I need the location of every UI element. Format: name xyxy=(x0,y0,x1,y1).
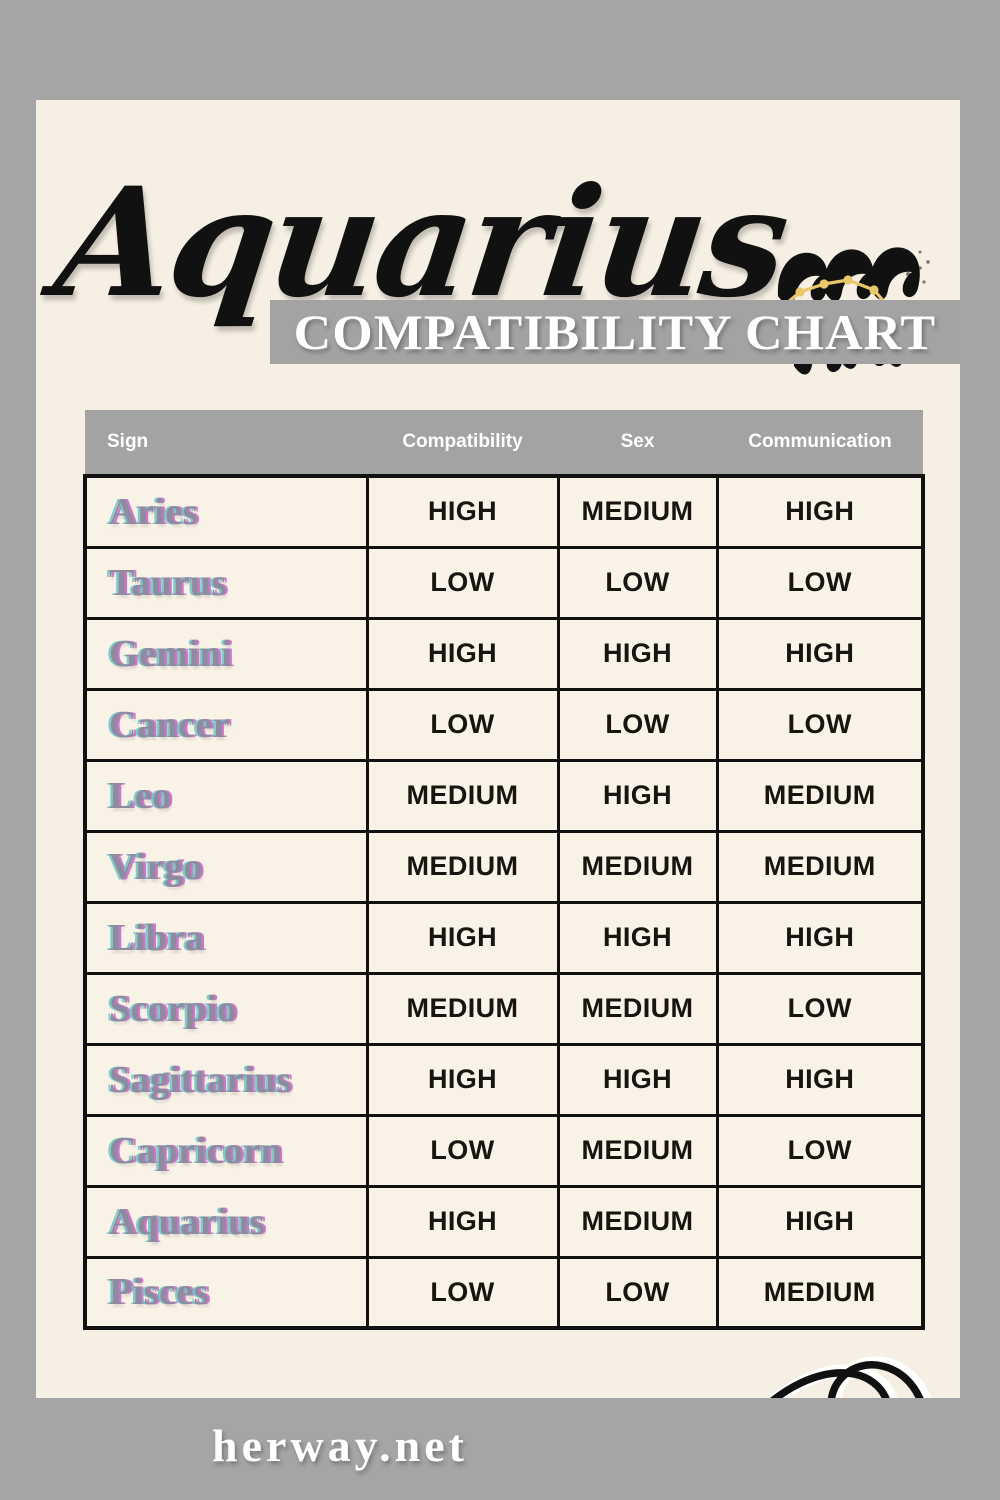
sign-name: Capricorn xyxy=(109,1129,283,1172)
sign-name: Aquarius xyxy=(109,1200,266,1243)
compatibility-chart-banner: COMPATIBILITY CHART xyxy=(270,300,960,364)
communication-value: MEDIUM xyxy=(715,758,925,833)
compatibility-value: LOW xyxy=(365,1113,560,1188)
sign-name: Leo xyxy=(109,774,172,817)
sign-name: Scorpio xyxy=(109,987,238,1030)
column-header-sex: Sex xyxy=(558,410,717,476)
table-header: Sign Compatibility Sex Communication xyxy=(85,410,923,476)
communication-value: HIGH xyxy=(715,1042,925,1117)
compatibility-value: LOW xyxy=(365,687,560,762)
sign-cell: Cancer xyxy=(83,687,369,762)
table-row: Aquarius HIGH MEDIUM HIGH xyxy=(83,1184,925,1259)
table-header-row: Sign Compatibility Sex Communication xyxy=(85,410,923,476)
sign-name: Gemini xyxy=(109,632,233,675)
compatibility-value: HIGH xyxy=(365,1042,560,1117)
compatibility-table: Sign Compatibility Sex Communication Ari… xyxy=(83,410,925,1330)
table-row: Scorpio MEDIUM MEDIUM LOW xyxy=(83,971,925,1046)
communication-value: LOW xyxy=(715,545,925,620)
sign-name: Virgo xyxy=(109,845,203,888)
sign-cell: Leo xyxy=(83,758,369,833)
table-row: Taurus LOW LOW LOW xyxy=(83,545,925,620)
banner-title: COMPATIBILITY CHART xyxy=(293,304,937,360)
communication-value: LOW xyxy=(715,971,925,1046)
communication-value: HIGH xyxy=(715,616,925,691)
sign-cell: Taurus xyxy=(83,545,369,620)
table-row: Pisces LOW LOW MEDIUM xyxy=(83,1255,925,1330)
sex-value: MEDIUM xyxy=(556,474,719,549)
table-row: Capricorn LOW MEDIUM LOW xyxy=(83,1113,925,1188)
compatibility-value: HIGH xyxy=(365,1184,560,1259)
sex-value: LOW xyxy=(556,687,719,762)
sign-cell: Capricorn xyxy=(83,1113,369,1188)
table-body: Aries HIGH MEDIUM HIGH Taurus LOW LOW LOW Gemini… xyxy=(83,474,925,1330)
communication-value: LOW xyxy=(715,1113,925,1188)
sex-value: LOW xyxy=(556,545,719,620)
column-header-sign: Sign xyxy=(85,410,367,476)
sign-cell: Gemini xyxy=(83,616,369,691)
table-row: Libra HIGH HIGH HIGH xyxy=(83,900,925,975)
sign-name: Aries xyxy=(109,490,199,533)
communication-value: HIGH xyxy=(715,1184,925,1259)
compatibility-value: MEDIUM xyxy=(365,758,560,833)
sex-value: HIGH xyxy=(556,900,719,975)
sign-cell: Aries xyxy=(83,474,369,549)
sign-name: Sagittarius xyxy=(109,1058,292,1101)
sex-value: HIGH xyxy=(556,1042,719,1117)
sign-name: Taurus xyxy=(109,561,227,604)
table-row: Leo MEDIUM HIGH MEDIUM xyxy=(83,758,925,833)
compatibility-value: LOW xyxy=(365,1255,560,1330)
sign-cell: Pisces xyxy=(83,1255,369,1330)
sign-cell: Virgo xyxy=(83,829,369,904)
compatibility-value: HIGH xyxy=(365,474,560,549)
sex-value: MEDIUM xyxy=(556,1113,719,1188)
content-card: Aquarius COMPATIBILITY CHART Sign Compat… xyxy=(36,100,960,1398)
column-header-compatibility: Compatibility xyxy=(367,410,558,476)
sex-value: MEDIUM xyxy=(556,971,719,1046)
compatibility-value: MEDIUM xyxy=(365,971,560,1046)
sex-value: MEDIUM xyxy=(556,829,719,904)
compatibility-value: HIGH xyxy=(365,616,560,691)
communication-value: HIGH xyxy=(715,900,925,975)
communication-value: MEDIUM xyxy=(715,1255,925,1330)
compatibility-table-wrap: Sign Compatibility Sex Communication Ari… xyxy=(83,410,925,1330)
compatibility-value: HIGH xyxy=(365,900,560,975)
sign-name: Pisces xyxy=(109,1271,210,1314)
compatibility-value: MEDIUM xyxy=(365,829,560,904)
sex-value: LOW xyxy=(556,1255,719,1330)
communication-value: LOW xyxy=(715,687,925,762)
table-row: Virgo MEDIUM MEDIUM MEDIUM xyxy=(83,829,925,904)
sign-name: Cancer xyxy=(109,703,231,746)
sign-name: Libra xyxy=(109,916,205,959)
compatibility-value: LOW xyxy=(365,545,560,620)
column-header-communication: Communication xyxy=(717,410,923,476)
sex-value: MEDIUM xyxy=(556,1184,719,1259)
table-row: Aries HIGH MEDIUM HIGH xyxy=(83,474,925,549)
table-row: Cancer LOW LOW LOW xyxy=(83,687,925,762)
communication-value: MEDIUM xyxy=(715,829,925,904)
table-row: Gemini HIGH HIGH HIGH xyxy=(83,616,925,691)
site-url[interactable]: herway.net xyxy=(0,1416,1000,1476)
sign-cell: Aquarius xyxy=(83,1184,369,1259)
sex-value: HIGH xyxy=(556,758,719,833)
sign-cell: Libra xyxy=(83,900,369,975)
communication-value: HIGH xyxy=(715,474,925,549)
table-row: Sagittarius HIGH HIGH HIGH xyxy=(83,1042,925,1117)
sex-value: HIGH xyxy=(556,616,719,691)
poster-root: Aquarius COMPATIBILITY CHART Sign Compat… xyxy=(0,0,1000,1500)
sign-cell: Sagittarius xyxy=(83,1042,369,1117)
sign-cell: Scorpio xyxy=(83,971,369,1046)
